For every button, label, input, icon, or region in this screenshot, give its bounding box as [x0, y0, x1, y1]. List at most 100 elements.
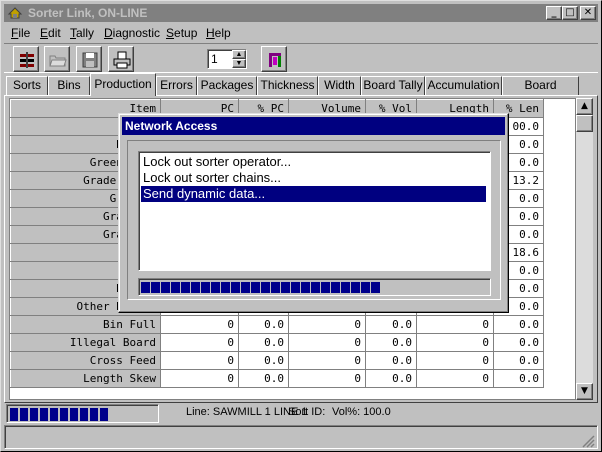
tab-production[interactable]: Production — [90, 73, 156, 96]
grid-vertical-scrollbar[interactable]: ▲ ▼ — [576, 98, 593, 400]
progress-block — [151, 282, 160, 293]
app-icon — [7, 5, 23, 21]
progress-block — [181, 282, 190, 293]
progress-block — [80, 408, 88, 421]
size-grip-icon[interactable] — [581, 434, 595, 448]
tab-accumulation[interactable]: Accumulation — [425, 76, 502, 95]
progress-block — [241, 282, 250, 293]
table-cell[interactable]: 0.0 — [493, 315, 544, 334]
table-cell[interactable]: 0 — [288, 315, 366, 334]
table-cell[interactable]: 0 — [160, 333, 239, 352]
table-cell[interactable]: 0.0 — [238, 333, 289, 352]
toolbar: 1 ▲ ▼ — [4, 43, 598, 73]
table-cell[interactable]: 0.0 — [493, 369, 544, 388]
tab-board-tally[interactable]: Board Tally — [361, 76, 425, 95]
scroll-down-icon[interactable]: ▼ — [576, 383, 593, 400]
menu-tally[interactable]: Tally — [70, 26, 94, 40]
progress-block — [301, 282, 310, 293]
scroll-up-icon[interactable]: ▲ — [576, 98, 593, 115]
table-cell[interactable]: 0 — [160, 369, 239, 388]
spinner-value: 1 — [211, 52, 218, 66]
progress-block — [261, 282, 270, 293]
table-cell[interactable]: 0 — [288, 333, 366, 352]
title-bar[interactable]: Sorter Link, ON-LINE _ □ ✕ — [4, 4, 598, 22]
table-cell[interactable]: 0.0 — [365, 351, 417, 370]
progress-block — [351, 282, 360, 293]
action-list[interactable]: Lock out sorter operator... Lock out sort… — [138, 151, 491, 271]
print-button[interactable] — [108, 46, 134, 72]
menu-diagnostic[interactable]: Diagnostic — [104, 26, 160, 40]
progress-block — [371, 282, 380, 293]
minimize-button[interactable]: _ — [546, 6, 562, 20]
action-list-item[interactable]: Lock out sorter chains... — [141, 170, 486, 186]
window-title: Sorter Link, ON-LINE — [28, 6, 148, 20]
tab-errors[interactable]: Errors — [156, 76, 197, 95]
close-button[interactable]: ✕ — [580, 6, 596, 20]
table-cell[interactable]: 0.0 — [493, 333, 544, 352]
row-header: Bin Full — [10, 315, 161, 334]
network-access-dialog: Network Access Lock out sorter operator.… — [118, 113, 509, 313]
spinner-up-icon[interactable]: ▲ — [232, 50, 246, 59]
table-cell[interactable]: 0 — [416, 351, 494, 370]
open-button[interactable] — [44, 46, 70, 72]
progress-block — [191, 282, 200, 293]
progress-block — [321, 282, 330, 293]
table-cell[interactable]: 0.0 — [365, 369, 417, 388]
table-cell[interactable]: 0.0 — [365, 315, 417, 334]
maximize-button[interactable]: □ — [562, 6, 578, 20]
scroll-thumb[interactable] — [576, 115, 593, 132]
progress-block — [221, 282, 230, 293]
progress-block — [311, 282, 320, 293]
progress-block — [10, 408, 18, 421]
table-cell[interactable]: 0 — [160, 351, 239, 370]
dialog-title-bar[interactable]: Network Access — [122, 117, 505, 135]
row-header: Illegal Board — [10, 333, 161, 352]
menu-file[interactable]: File — [11, 26, 30, 40]
progress-block — [201, 282, 210, 293]
tab-width[interactable]: Width — [318, 76, 361, 95]
line-spinner[interactable]: 1 ▲ ▼ — [207, 49, 247, 69]
progress-block — [40, 408, 48, 421]
action-list-item[interactable]: Lock out sorter operator... — [141, 154, 486, 170]
sorter-icon — [20, 52, 34, 68]
save-disk-icon — [82, 52, 98, 68]
action-list-item[interactable]: Send dynamic data... — [141, 186, 486, 202]
progress-block — [271, 282, 280, 293]
table-cell[interactable]: 0 — [416, 369, 494, 388]
table-cell[interactable]: 0 — [416, 315, 494, 334]
tab-board-memory[interactable]: Board Memory — [502, 76, 579, 109]
main-window: Sorter Link, ON-LINE _ □ ✕ File Edit Tal… — [0, 0, 602, 452]
save-button[interactable] — [76, 46, 102, 72]
table-cell[interactable]: 0.0 — [238, 315, 289, 334]
progress-block — [50, 408, 58, 421]
progress-block — [70, 408, 78, 421]
transfer-button[interactable] — [261, 46, 287, 72]
transfer-icon — [269, 53, 281, 67]
table-cell[interactable]: 0 — [288, 351, 366, 370]
table-row: Cross Feed 0 0.0 0 0.0 0 0.0 — [10, 351, 544, 370]
table-cell[interactable]: 0 — [416, 333, 494, 352]
progress-block — [361, 282, 370, 293]
table-cell[interactable]: 0 — [288, 369, 366, 388]
progress-block — [100, 408, 108, 421]
table-cell[interactable]: 0.0 — [365, 333, 417, 352]
menu-edit[interactable]: Edit — [40, 26, 61, 40]
progress-block — [341, 282, 350, 293]
progress-block — [211, 282, 220, 293]
menu-setup[interactable]: Setup — [166, 26, 197, 40]
tab-packages[interactable]: Packages — [197, 76, 257, 95]
tab-bins[interactable]: Bins — [48, 76, 90, 95]
tab-sorts[interactable]: Sorts — [6, 76, 48, 95]
tab-thickness[interactable]: Thickness — [257, 76, 318, 95]
sorter-button[interactable] — [13, 46, 39, 72]
menu-help[interactable]: Help — [206, 26, 231, 40]
progress-block — [171, 282, 180, 293]
table-cell[interactable]: 0 — [160, 315, 239, 334]
dialog-title: Network Access — [125, 119, 218, 133]
table-cell[interactable]: 0.0 — [493, 351, 544, 370]
status-progress — [6, 404, 159, 423]
progress-block — [281, 282, 290, 293]
spinner-down-icon[interactable]: ▼ — [232, 59, 246, 68]
table-cell[interactable]: 0.0 — [238, 369, 289, 388]
table-cell[interactable]: 0.0 — [238, 351, 289, 370]
